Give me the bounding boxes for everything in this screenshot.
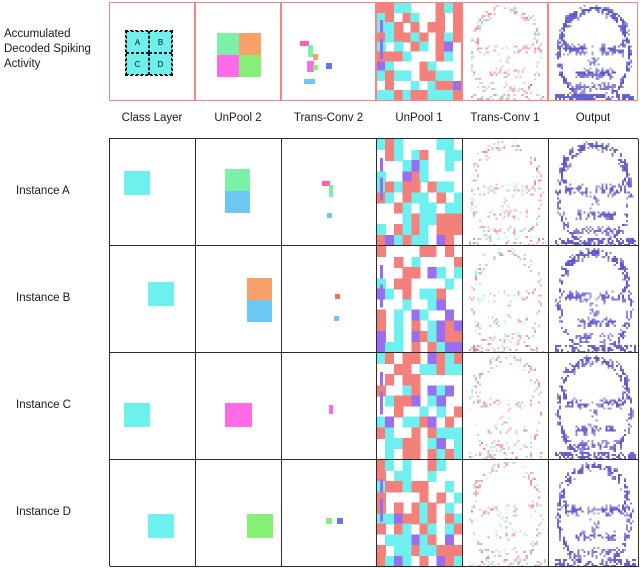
class-layer-quadrant-map: ABCD xyxy=(125,30,173,76)
column-header-unpool2: UnPool 2 xyxy=(214,112,262,124)
instance-c-transconv2-spike-0 xyxy=(329,405,333,414)
cell-instance-a-transconv2 xyxy=(282,139,377,246)
cell-instance-a-unpool2 xyxy=(196,139,282,246)
cell-instance-a-unpool1 xyxy=(377,139,463,246)
cell-instance-d-class-layer xyxy=(110,460,196,567)
row-label-instance-d: Instance D xyxy=(16,505,71,518)
class-quadrant-a: A xyxy=(126,31,149,53)
column-header-unpool1: UnPool 1 xyxy=(395,112,443,124)
accumulated-cell-unpool1 xyxy=(376,2,462,101)
instance-a-transconv1-activation-map xyxy=(463,139,548,245)
instance-a-output-reconstruction xyxy=(549,139,638,245)
cell-instance-d-unpool2 xyxy=(196,460,282,567)
instance-c-transconv1-activation-map xyxy=(463,353,548,459)
column-header-class-layer: Class Layer xyxy=(121,112,183,124)
instance-b-class-layer-block xyxy=(148,282,174,306)
column-header-output: Output xyxy=(575,112,611,124)
accumulated-cell-transconv1 xyxy=(462,2,548,101)
instance-c-unpool1-activation-map xyxy=(377,353,462,459)
cell-instance-c-transconv2 xyxy=(282,353,377,460)
instance-d-unpool1-activation-map xyxy=(377,460,462,566)
cell-instance-a-transconv1 xyxy=(463,139,549,246)
cell-instance-c-unpool1 xyxy=(377,353,463,460)
instance-d-transconv2-spike-0 xyxy=(326,518,332,524)
class-quadrant-d: D xyxy=(149,53,172,75)
instance-b-transconv1-activation-map xyxy=(463,246,548,352)
instance-a-unpool2-block-bottom xyxy=(225,191,250,213)
cell-instance-b-unpool1 xyxy=(377,246,463,353)
cell-instance-a-class-layer xyxy=(110,139,196,246)
instance-c-unpool2-block xyxy=(225,403,252,427)
cell-instance-b-unpool2 xyxy=(196,246,282,353)
cell-instance-c-transconv1 xyxy=(463,353,549,460)
row-label-instance-c: Instance C xyxy=(16,398,71,411)
accumulated-transconv2-spike-5 xyxy=(326,63,332,69)
cell-instance-c-unpool2 xyxy=(196,353,282,460)
cell-instance-d-unpool1 xyxy=(377,460,463,567)
instance-d-unpool2-block xyxy=(247,514,273,538)
accumulated-unpool2-quadrant-2 xyxy=(217,55,239,77)
instance-b-unpool2-block-top xyxy=(247,278,272,300)
accumulated-transconv2-spike-4 xyxy=(313,65,318,70)
instance-b-transconv2-spike-1 xyxy=(334,316,339,321)
cell-instance-b-output xyxy=(549,246,639,353)
instance-d-output-reconstruction xyxy=(549,460,638,566)
accumulated-unpool2-quadrant-1 xyxy=(239,33,261,55)
instance-a-class-layer-block xyxy=(124,171,150,195)
accumulated-unpool2-quadrant-0 xyxy=(217,33,239,55)
instance-grid xyxy=(109,138,639,567)
row-label-instance-a: Instance A xyxy=(16,184,70,197)
column-header-transconv2: Trans-Conv 2 xyxy=(293,112,364,124)
instance-a-transconv2-spike-2 xyxy=(327,213,332,218)
cell-instance-b-transconv2 xyxy=(282,246,377,353)
instance-d-transconv1-activation-map xyxy=(463,460,548,566)
instance-b-output-reconstruction xyxy=(549,246,638,352)
cell-instance-d-output xyxy=(549,460,639,567)
cell-instance-d-transconv1 xyxy=(463,460,549,567)
cell-instance-b-transconv1 xyxy=(463,246,549,353)
cell-instance-c-class-layer xyxy=(110,353,196,460)
accumulated-cell-transconv2 xyxy=(281,2,376,101)
column-header-transconv1: Trans-Conv 1 xyxy=(470,112,540,124)
instance-d-class-layer-block xyxy=(148,514,174,538)
instance-a-unpool2-block-top xyxy=(225,169,250,191)
instance-b-unpool2-block-bottom xyxy=(247,300,272,322)
row-label-instance-b: Instance B xyxy=(16,291,71,304)
accumulated-transconv1-activation-map xyxy=(463,3,547,100)
accumulated-cell-class-layer: ABCD xyxy=(109,2,195,101)
cell-instance-d-transconv2 xyxy=(282,460,377,567)
instance-a-transconv2-spike-1 xyxy=(329,185,333,197)
instance-a-unpool1-activation-map xyxy=(377,139,462,245)
instance-c-class-layer-block xyxy=(124,403,150,427)
accumulated-activity-label: Accumulated Decoded Spiking Activity xyxy=(4,28,91,70)
cell-instance-b-class-layer xyxy=(110,246,196,353)
accumulated-output-reconstruction xyxy=(549,3,637,100)
class-quadrant-c: C xyxy=(126,53,149,75)
instance-b-transconv2-spike-0 xyxy=(335,294,340,299)
accumulated-cell-output xyxy=(548,2,638,101)
accumulated-transconv2-spike-2 xyxy=(313,54,318,60)
accumulated-cell-unpool2 xyxy=(195,2,281,101)
cell-instance-a-output xyxy=(549,139,639,246)
cell-instance-c-output xyxy=(549,353,639,460)
accumulated-unpool1-activation-map xyxy=(377,3,461,100)
instance-d-transconv2-spike-1 xyxy=(337,518,343,524)
instance-c-output-reconstruction xyxy=(549,353,638,459)
instance-b-unpool1-activation-map xyxy=(377,246,462,352)
decoder-visualization-figure: Accumulated Decoded Spiking Activity ABC… xyxy=(0,0,640,568)
class-quadrant-b: B xyxy=(149,31,172,53)
accumulated-transconv2-spike-6 xyxy=(304,79,315,84)
accumulated-row: ABCD xyxy=(109,2,638,101)
accumulated-unpool2-quadrant-3 xyxy=(239,55,261,77)
